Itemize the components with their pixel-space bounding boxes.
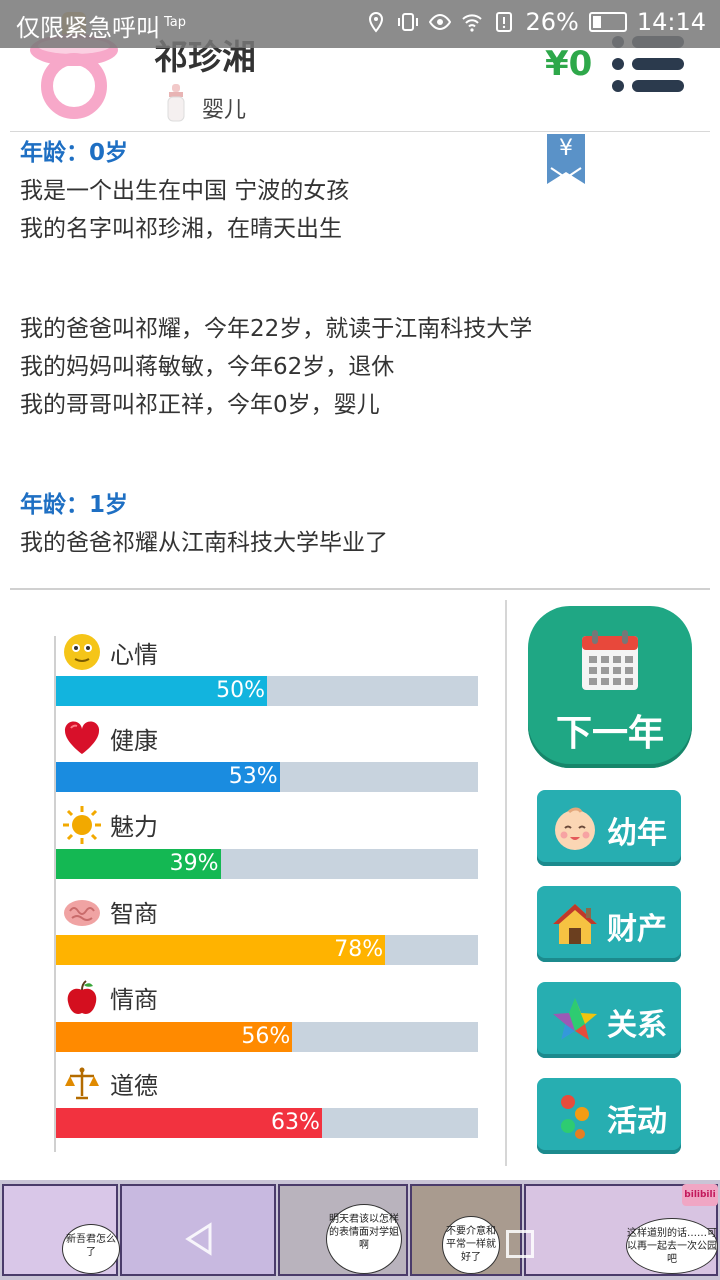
activity-dots-icon — [561, 1095, 589, 1139]
stat-row: 心情 50% — [54, 630, 478, 716]
stat-label: 健康 — [110, 726, 158, 755]
stat-header: 健康 — [62, 716, 158, 760]
relations-button[interactable]: 关系 — [537, 982, 681, 1058]
stat-header: 魅力 — [62, 803, 158, 847]
log-gap — [20, 424, 660, 486]
sun-icon — [63, 805, 101, 844]
wifi-icon — [462, 14, 483, 32]
stat-bar-fill: 63% — [56, 1107, 322, 1138]
stat-row: 情商 56% — [54, 976, 478, 1062]
assets-button[interactable]: 财产 — [537, 886, 681, 962]
scales-icon — [65, 1067, 99, 1100]
header-divider — [10, 131, 710, 132]
status-carrier-text: 仅限紧急呼叫 — [16, 14, 160, 42]
stat-bar-track: 63% — [56, 1107, 478, 1138]
stat-percent: 63% — [270, 1109, 320, 1135]
brain-icon — [64, 900, 100, 927]
log-entry: 我的爸爸祁耀从江南科技大学毕业了 — [20, 530, 388, 556]
baby-face-icon — [555, 807, 595, 850]
childhood-button[interactable]: 幼年 — [537, 790, 681, 866]
log-entry: 我的爸爸叫祁耀，今年22岁，就读于江南科技大学 — [20, 316, 533, 342]
stat-label: 智商 — [110, 899, 158, 928]
stat-bar-track: 78% — [56, 935, 478, 966]
status-tap-text: Tap — [164, 15, 187, 30]
childhood-label: 幼年 — [607, 816, 667, 851]
stat-percent: 39% — [169, 850, 219, 876]
stat-bar-fill: 56% — [56, 1021, 293, 1052]
log-entry: 我的哥哥叫祁正祥，今年0岁，婴儿 — [20, 392, 380, 418]
log-entry: 我的妈妈叫蒋敏敏，今年62岁，退休 — [20, 354, 395, 380]
yen-tag-label: ¥ — [559, 136, 573, 161]
battery-percent: 26% — [525, 8, 579, 36]
location-icon — [369, 11, 384, 33]
menu-bar — [632, 58, 684, 70]
relations-label: 关系 — [607, 1008, 667, 1043]
log-age-heading: 年龄：1岁 — [20, 492, 129, 518]
calendar-icon — [582, 630, 638, 690]
stat-header: 情商 — [62, 976, 158, 1020]
stat-row: 道德 63% — [54, 1062, 478, 1148]
next-year-button[interactable]: 下一年 — [528, 606, 692, 768]
log-gap — [20, 248, 660, 310]
battery-alert-icon — [496, 12, 513, 32]
menu-icon — [612, 80, 624, 92]
star-icon — [553, 998, 597, 1040]
activities-label: 活动 — [607, 1104, 667, 1139]
stat-bar-fill: 53% — [56, 762, 280, 793]
stat-bar-track: 39% — [56, 848, 478, 879]
log-entry: 我的名字叫祁珍湘，在晴天出生 — [20, 216, 342, 242]
life-log[interactable]: 年龄：0岁 我是一个出生在中国 宁波的女孩 我的名字叫祁珍湘，在晴天出生 我的爸爸叫祁… — [20, 134, 660, 574]
heart-icon — [64, 721, 100, 755]
stat-percent: 56% — [241, 1023, 291, 1049]
assets-label: 财产 — [607, 912, 667, 947]
stat-label: 道德 — [110, 1072, 158, 1101]
stat-row: 魅力 39% — [54, 803, 478, 889]
attribute-stats: 心情 50% 健康 53% 魅力 39% 智商 78% 情商 56% 道德 63% — [54, 630, 478, 1148]
stat-header: 道德 — [62, 1062, 158, 1106]
vibrate-icon — [398, 13, 419, 31]
yen-bookmark-button[interactable]: ¥ — [547, 134, 585, 184]
log-divider — [10, 588, 710, 590]
baby-bottle-icon — [167, 84, 185, 122]
eye-icon — [429, 13, 452, 31]
life-stage-label: 婴儿 — [202, 98, 247, 123]
home-icon[interactable] — [506, 1230, 534, 1258]
stat-bar-track: 53% — [56, 762, 478, 793]
next-year-label: 下一年 — [555, 713, 664, 754]
stat-bar-track: 56% — [56, 1021, 478, 1052]
activities-button[interactable]: 活动 — [537, 1078, 681, 1154]
stat-label: 魅力 — [110, 813, 158, 842]
stat-header: 心情 — [62, 630, 158, 674]
stat-percent: 50% — [216, 678, 265, 703]
stat-bar-fill: 39% — [56, 848, 221, 879]
status-time: 14:14 — [636, 8, 706, 36]
stat-bar-fill: 78% — [56, 935, 386, 966]
stat-header: 智商 — [62, 889, 158, 933]
back-icon[interactable] — [184, 1222, 214, 1256]
apple-icon — [67, 979, 97, 1014]
menu-icon — [612, 58, 624, 70]
stat-label: 心情 — [110, 640, 158, 669]
status-right-group: 26% 14:14 — [365, 8, 706, 36]
battery-icon — [588, 12, 627, 32]
stat-bar-fill: 50% — [56, 676, 267, 706]
money-balance: ¥0 — [545, 44, 593, 84]
stat-row: 健康 53% — [54, 716, 478, 802]
house-icon — [553, 904, 597, 944]
stat-percent: 78% — [334, 937, 384, 963]
side-divider — [505, 600, 507, 1166]
system-nav-bar — [0, 1190, 720, 1280]
stat-row: 智商 78% — [54, 889, 478, 975]
stat-bar-track: 50% — [56, 676, 478, 706]
stat-label: 情商 — [110, 986, 158, 1015]
stat-percent: 53% — [228, 764, 278, 790]
status-bar: 仅限紧急呼叫 Tap 26% 14:14 — [0, 0, 720, 48]
smiley-icon — [64, 634, 100, 670]
menu-bar — [632, 80, 684, 92]
